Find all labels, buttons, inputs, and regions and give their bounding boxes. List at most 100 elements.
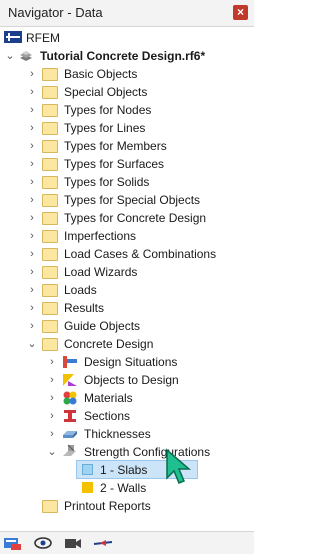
chevron-down-icon[interactable]: ⌄ [26,338,38,350]
color-swatch-icon [82,482,93,493]
chevron-right-icon[interactable]: › [26,104,38,116]
tree-item-label: Imperfections [64,229,137,243]
tree-item-folder[interactable]: › Types for Solids [0,173,254,191]
folder-icon [42,228,58,244]
tree-item-concrete-design[interactable]: ⌄ Concrete Design [0,335,254,353]
tree-item-label: Objects to Design [84,373,179,387]
objects-to-design-icon [62,372,78,388]
tree-item-folder[interactable]: › Types for Members [0,137,254,155]
mouse-pointer-icon [165,448,192,486]
tree-item-folder[interactable]: › Guide Objects [0,317,254,335]
tree-item-sections[interactable]: › Sections [0,407,254,425]
tree-item-folder[interactable]: › Basic Objects [0,65,254,83]
tree-item-rfem[interactable]: RFEM [0,29,254,47]
tree-item-label: RFEM [26,31,60,45]
tree-item-label: Strength Configurations [84,445,211,459]
tree-item-materials[interactable]: › Materials [0,389,254,407]
chevron-right-icon[interactable]: › [46,356,58,368]
chevron-right-icon[interactable]: › [26,284,38,296]
tree-item-label: Types for Lines [64,121,146,135]
chevron-right-icon[interactable]: › [26,122,38,134]
chevron-right-icon[interactable]: › [26,194,38,206]
views-button[interactable] [62,535,84,551]
tree-item-printout-reports[interactable]: Printout Reports [0,497,254,515]
chevron-right-icon[interactable]: › [26,158,38,170]
chevron-right-icon[interactable]: › [26,302,38,314]
folder-icon [42,102,58,118]
chevron-right-icon[interactable]: › [26,68,38,80]
chevron-right-icon[interactable]: › [26,230,38,242]
chevron-right-icon[interactable]: › [46,410,58,422]
folder-icon [42,120,58,136]
color-swatch-icon [82,464,93,475]
tree-item-file[interactable]: ⌄ Tutorial Concrete Design.rf6* [0,47,254,65]
folder-icon [42,138,58,154]
folder-icon [42,318,58,334]
display-view-button[interactable] [32,535,54,551]
tree-item-thicknesses[interactable]: › Thicknesses [0,425,254,443]
video-camera-icon [65,539,81,548]
sections-icon [62,408,78,424]
tree-item-folder[interactable]: › Special Objects [0,83,254,101]
folder-icon [42,156,58,172]
folder-icon [42,282,58,298]
tree-item-label: Load Cases & Combinations [64,247,217,261]
tree-item-label: Types for Surfaces [64,157,165,171]
materials-icon [62,390,78,406]
chevron-right-icon[interactable]: › [26,320,38,332]
tree-item-label: Design Situations [84,355,178,369]
rfem-logo-icon [4,30,22,46]
tree-item-folder[interactable]: › Types for Surfaces [0,155,254,173]
chevron-right-icon[interactable]: › [46,374,58,386]
folder-icon [42,498,58,514]
tree-item-folder[interactable]: › Types for Concrete Design [0,209,254,227]
tree-item-label: Materials [84,391,133,405]
tree-item-folder[interactable]: › Load Wizards [0,263,254,281]
chevron-down-icon[interactable]: ⌄ [4,50,16,62]
chevron-right-icon[interactable]: › [26,86,38,98]
data-view-button[interactable] [2,535,24,551]
results-icon [93,540,113,546]
folder-icon [42,336,58,352]
chevron-right-icon[interactable]: › [26,212,38,224]
chevron-down-icon[interactable]: ⌄ [46,446,58,458]
tree-item-label: Basic Objects [64,67,138,81]
chevron-right-icon[interactable]: › [26,266,38,278]
tree-item-label: Sections [84,409,131,423]
folder-icon [42,66,58,82]
close-button[interactable]: × [233,5,248,20]
tree-item-folder[interactable]: › Imperfections [0,227,254,245]
tree-item-folder[interactable]: › Types for Lines [0,119,254,137]
tree-item-design-situations[interactable]: › Design Situations [0,353,254,371]
tree-item-folder[interactable]: › Types for Nodes [0,101,254,119]
chevron-right-icon[interactable]: › [46,392,58,404]
folder-icon [42,192,58,208]
folder-icon [42,246,58,262]
tree-item-label: Results [64,301,105,315]
bottom-toolbar [0,531,254,554]
data-view-icon [4,538,21,550]
tree-item-label: Tutorial Concrete Design.rf6* [40,49,206,63]
tree-item-label: Loads [64,283,97,297]
results-button[interactable] [92,535,114,551]
tree-item-folder[interactable]: › Types for Special Objects [0,191,254,209]
tree-item-folder[interactable]: › Load Cases & Combinations [0,245,254,263]
tree-item-strength-configurations[interactable]: ⌄ Strength Configurations [0,443,254,461]
chevron-right-icon[interactable]: › [46,428,58,440]
close-icon: × [236,5,244,19]
folder-icon [42,210,58,226]
design-situations-icon [62,354,78,370]
chevron-right-icon[interactable]: › [26,140,38,152]
chevron-right-icon[interactable]: › [26,176,38,188]
tree-item-slabs[interactable]: 1 - Slabs [0,461,254,479]
model-file-icon [18,48,34,64]
chevron-right-icon[interactable]: › [26,248,38,260]
tree-item-label: Concrete Design [64,337,154,351]
tree-item-label: 1 - Slabs [100,463,148,477]
folder-icon [42,300,58,316]
tree-item-folder[interactable]: › Loads [0,281,254,299]
tree-item-folder[interactable]: › Results [0,299,254,317]
tree-item-objects-to-design[interactable]: › Objects to Design [0,371,254,389]
tree-item-walls[interactable]: 2 - Walls [0,479,254,497]
tree-item-label: 2 - Walls [100,481,147,495]
